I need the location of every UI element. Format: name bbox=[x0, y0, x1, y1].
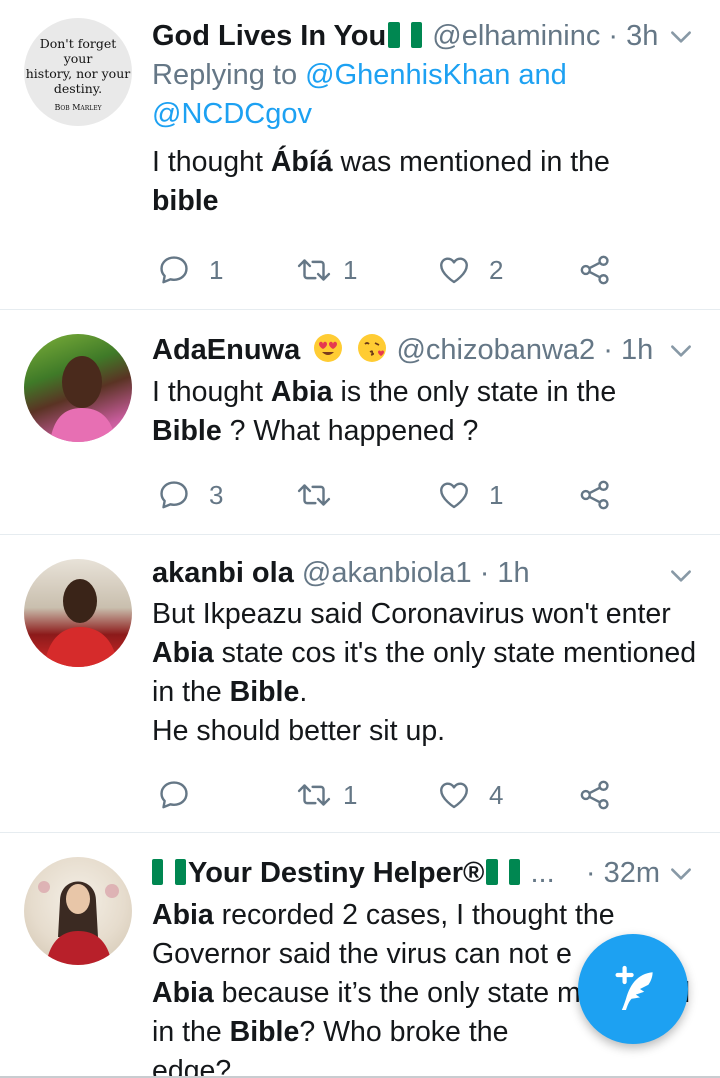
chevron-down-icon[interactable] bbox=[668, 563, 694, 589]
timestamp[interactable]: 3h bbox=[626, 20, 658, 52]
share-icon bbox=[580, 480, 609, 510]
tweet-text: I thought Abia is the only state in the … bbox=[152, 376, 617, 447]
mention-and[interactable]: and bbox=[518, 59, 566, 91]
tweet-3[interactable]: akanbi ola @akanbiola1 · 1h But Ikpeazu … bbox=[0, 535, 720, 833]
separator-dot: · bbox=[585, 857, 596, 889]
tweet-header: AdaEnuwa @chizobanwa2 · 1h bbox=[152, 330, 700, 370]
separator-dot: · bbox=[608, 20, 619, 52]
mention-link[interactable]: @GhenhisKhan bbox=[305, 59, 510, 91]
avatar-person-shape bbox=[44, 579, 118, 667]
nigeria-flag-icon bbox=[486, 859, 521, 885]
tweet-text: But Ikpeazu said Coronavirus won't enter… bbox=[152, 598, 697, 747]
timestamp[interactable]: 1h bbox=[497, 557, 529, 589]
display-name[interactable]: God Lives In You bbox=[152, 20, 386, 52]
tweet-1[interactable]: Don't forget your history, nor your dest… bbox=[0, 0, 720, 310]
heart-eyes-emoji-icon bbox=[314, 334, 343, 362]
separator-dot: · bbox=[603, 334, 613, 366]
handle[interactable]: @elhamininc bbox=[432, 20, 600, 52]
handle[interactable]: @chizobanwa2 bbox=[396, 334, 595, 366]
heart-icon bbox=[440, 482, 468, 509]
retweet-button[interactable] bbox=[295, 475, 343, 515]
like-count: 4 bbox=[489, 779, 504, 810]
display-name[interactable]: akanbi ola bbox=[152, 557, 294, 589]
reply-button[interactable] bbox=[157, 775, 209, 815]
retweet-icon bbox=[297, 259, 331, 281]
retweet-button[interactable]: 1 bbox=[295, 250, 357, 290]
heart-icon bbox=[440, 257, 468, 284]
tweet-actions: 1 4 bbox=[0, 775, 720, 815]
avatar-person-shape bbox=[50, 356, 116, 442]
chevron-down-icon[interactable] bbox=[668, 861, 694, 887]
heart-icon bbox=[440, 782, 468, 809]
replying-to-label: Replying to bbox=[152, 59, 298, 91]
tweet-header: God Lives In You @elhamininc · 3h bbox=[152, 16, 700, 56]
share-button[interactable] bbox=[578, 475, 612, 515]
reply-icon bbox=[160, 481, 188, 509]
timestamp-value: 32m bbox=[603, 857, 660, 889]
retweet-icon bbox=[297, 484, 331, 506]
nigeria-flag-icon bbox=[152, 859, 186, 885]
reply-count: 3 bbox=[209, 479, 224, 510]
avatar[interactable] bbox=[24, 334, 132, 442]
timestamp[interactable]: 1h bbox=[621, 334, 653, 366]
reply-icon bbox=[160, 781, 188, 809]
like-button[interactable]: 2 bbox=[437, 250, 503, 290]
tweet-actions: 3 1 bbox=[0, 475, 720, 515]
share-button[interactable] bbox=[578, 250, 612, 290]
compose-tweet-button[interactable] bbox=[578, 934, 688, 1044]
retweet-icon bbox=[297, 784, 331, 806]
separator-dot: · bbox=[479, 557, 490, 589]
reply-count: 1 bbox=[209, 254, 224, 285]
tweet-header: akanbi ola @akanbiola1 · 1h bbox=[152, 553, 700, 593]
display-name[interactable]: Your Destiny Helper® bbox=[188, 857, 484, 889]
tweet-header: Your Destiny Helper® ... · 32m bbox=[152, 853, 700, 893]
avatar-quote-line: Don't forget your bbox=[39, 36, 117, 66]
replying-to: Replying to @GhenhisKhan and @NCDCgov bbox=[152, 56, 700, 134]
handle-truncated[interactable]: ... bbox=[530, 857, 554, 889]
like-button[interactable]: 1 bbox=[437, 475, 503, 515]
retweet-count: 1 bbox=[343, 779, 358, 810]
tweet-actions: 1 1 2 bbox=[0, 250, 720, 290]
like-count: 2 bbox=[489, 254, 504, 285]
avatar[interactable] bbox=[24, 857, 132, 965]
avatar[interactable] bbox=[24, 559, 132, 667]
timestamp[interactable]: · 32m bbox=[586, 853, 660, 893]
like-count: 1 bbox=[489, 479, 504, 510]
chevron-down-icon[interactable] bbox=[668, 24, 694, 50]
tweet-2[interactable]: AdaEnuwa @chizobanwa2 · 1h I thought Abi… bbox=[0, 310, 720, 535]
reply-button[interactable]: 3 bbox=[157, 475, 223, 515]
share-button[interactable] bbox=[578, 775, 612, 815]
kissing-emoji-icon bbox=[358, 334, 387, 362]
avatar-person-shape bbox=[38, 881, 119, 965]
like-button[interactable]: 4 bbox=[437, 775, 503, 815]
avatar-quote-line: history, nor your bbox=[25, 66, 131, 81]
retweet-count: 1 bbox=[343, 254, 358, 285]
share-icon bbox=[580, 780, 609, 810]
reply-icon bbox=[160, 256, 188, 284]
compose-tweet-icon bbox=[615, 965, 653, 1010]
mention-link[interactable]: @NCDCgov bbox=[152, 98, 312, 130]
avatar-quote-author: Bob Marley bbox=[54, 103, 102, 112]
nigeria-flag-icon bbox=[388, 22, 423, 48]
retweet-button[interactable]: 1 bbox=[295, 775, 357, 815]
tweet-text: I thought Ábíá was mentioned in the bibl… bbox=[152, 146, 610, 217]
display-name[interactable]: AdaEnuwa bbox=[152, 334, 300, 366]
chevron-down-icon[interactable] bbox=[668, 338, 694, 364]
share-icon bbox=[580, 255, 609, 285]
avatar-quote-line: destiny. bbox=[53, 81, 103, 96]
reply-button[interactable]: 1 bbox=[157, 250, 223, 290]
handle[interactable]: @akanbiola1 bbox=[302, 557, 472, 589]
avatar[interactable]: Don't forget your history, nor your dest… bbox=[24, 18, 132, 126]
